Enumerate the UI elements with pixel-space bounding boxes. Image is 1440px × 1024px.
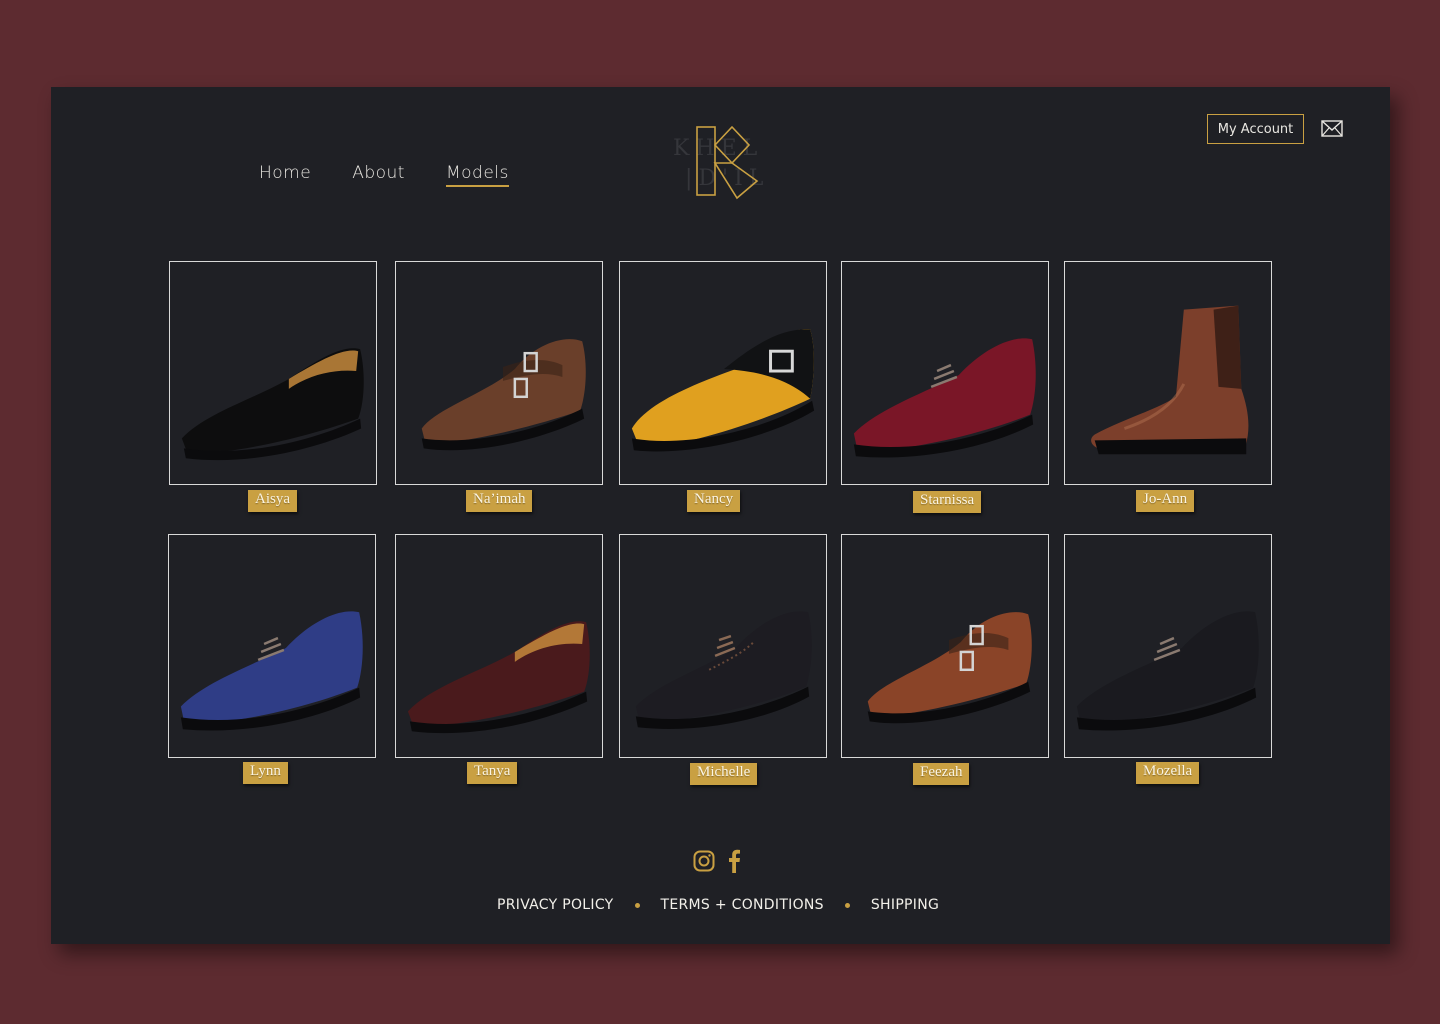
shoe-image bbox=[1091, 305, 1249, 455]
instagram-icon[interactable] bbox=[693, 850, 715, 872]
shoe-image bbox=[1076, 611, 1259, 731]
model-card[interactable] bbox=[1064, 261, 1272, 485]
shoe-image bbox=[181, 348, 364, 461]
page-window: Home About Models KHEL |D'IL My Account … bbox=[51, 87, 1390, 944]
model-name-label[interactable]: Tanya bbox=[467, 762, 518, 784]
model-name-label[interactable]: Jo-Ann bbox=[1136, 490, 1195, 512]
model-name-label[interactable]: Michelle bbox=[690, 763, 758, 785]
shoe-image bbox=[407, 621, 590, 734]
model-card[interactable] bbox=[169, 261, 377, 485]
shoe-image bbox=[421, 339, 586, 451]
shoe-image bbox=[853, 338, 1036, 458]
privacy-policy-link[interactable]: PRIVACY POLICY bbox=[497, 897, 614, 913]
separator-dot bbox=[844, 902, 850, 908]
model-card[interactable] bbox=[395, 534, 603, 758]
model-name-label[interactable]: Lynn bbox=[243, 762, 288, 784]
shoe-image bbox=[180, 611, 363, 731]
shipping-link[interactable]: SHIPPING bbox=[871, 897, 939, 913]
model-card[interactable] bbox=[841, 261, 1049, 485]
facebook-icon[interactable] bbox=[727, 849, 741, 873]
shoe-image bbox=[631, 329, 815, 452]
model-card[interactable] bbox=[619, 534, 827, 758]
footer-links: PRIVACY POLICY TERMS + CONDITIONS SHIPPI… bbox=[497, 897, 939, 913]
models-grid: Aisya Na’imah Nancy Starnissa Jo-Ann Lyn… bbox=[51, 87, 1390, 944]
model-card[interactable] bbox=[1064, 534, 1272, 758]
model-name-label[interactable]: Aisya bbox=[248, 490, 297, 512]
model-name-label[interactable]: Na’imah bbox=[466, 490, 533, 512]
model-name-label[interactable]: Starnissa bbox=[913, 491, 982, 513]
model-card[interactable] bbox=[841, 534, 1049, 758]
separator-dot bbox=[634, 902, 640, 908]
shoe-image bbox=[635, 611, 812, 729]
terms-conditions-link[interactable]: TERMS + CONDITIONS bbox=[661, 897, 824, 913]
model-name-label[interactable]: Mozella bbox=[1136, 762, 1200, 784]
shoe-image bbox=[867, 612, 1032, 724]
model-card[interactable] bbox=[619, 261, 827, 485]
social-links bbox=[693, 849, 741, 873]
model-name-label[interactable]: Nancy bbox=[687, 490, 741, 512]
model-card[interactable] bbox=[168, 534, 376, 758]
model-name-label[interactable]: Feezah bbox=[913, 763, 970, 785]
model-card[interactable] bbox=[395, 261, 603, 485]
